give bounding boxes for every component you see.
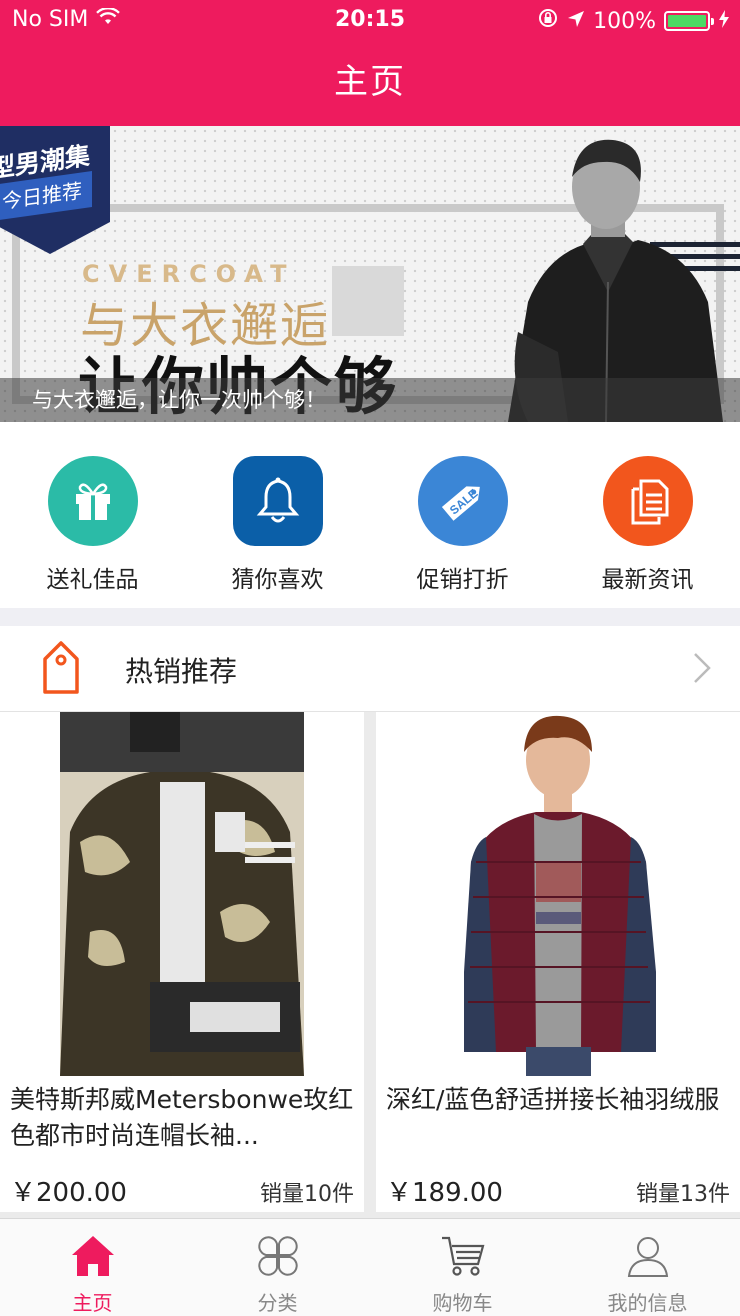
product-name: 深红/蓝色舒适拼接长袖羽绒服 xyxy=(386,1085,720,1114)
product-price: ￥200.00 xyxy=(10,1178,127,1208)
banner-decoration xyxy=(332,266,404,336)
chevron-right-icon[interactable] xyxy=(692,652,712,688)
home-icon xyxy=(0,1233,185,1279)
category-news[interactable]: 最新资讯 xyxy=(555,422,740,608)
page-title: 主页 xyxy=(334,62,406,102)
tab-category[interactable]: 分类 xyxy=(185,1219,370,1316)
battery-icon xyxy=(664,11,714,31)
cart-icon xyxy=(370,1233,555,1279)
tab-profile[interactable]: 我的信息 xyxy=(555,1219,740,1316)
section-title: 热销推荐 xyxy=(125,655,238,688)
top-bar: No SIM 20:15 100% 主页 xyxy=(0,0,740,126)
battery-percent: 100% xyxy=(593,8,656,34)
product-sales: 销量10件 xyxy=(260,1182,354,1207)
tab-cart[interactable]: 购物车 xyxy=(370,1219,555,1316)
product-image xyxy=(376,712,740,1076)
sale-tag-icon: SALE xyxy=(417,456,508,546)
banner-caption: 与大衣邂逅，让你一次帅个够！ xyxy=(0,378,740,422)
banner-english-text: CVERCOAT xyxy=(82,260,296,288)
tab-label: 购物车 xyxy=(432,1291,493,1315)
hot-sale-header[interactable]: 热销推荐 xyxy=(0,626,740,712)
category-label: 猜你喜欢 xyxy=(231,567,324,593)
tab-label: 主页 xyxy=(72,1291,113,1315)
profile-icon xyxy=(555,1233,740,1279)
tab-bar: 主页 分类 购物车 我的信息 xyxy=(0,1218,740,1316)
orientation-lock-icon xyxy=(537,7,559,35)
bell-icon xyxy=(232,456,323,546)
category-icon xyxy=(185,1233,370,1279)
product-name: 美特斯邦威Metersbonwe玫红色都市时尚连帽长袖... xyxy=(10,1085,354,1150)
location-arrow-icon xyxy=(567,9,585,34)
category-label: 送礼佳品 xyxy=(46,567,139,593)
product-grid: 美特斯邦威Metersbonwe玫红色都市时尚连帽长袖... ￥200.00 销… xyxy=(0,712,740,1218)
section-divider xyxy=(0,608,740,626)
promo-banner[interactable]: 型男潮集 今日推荐 CVERCOAT 与大衣邂逅 让你帅个够 与大衣邂逅，让你一… xyxy=(0,126,740,422)
gift-icon xyxy=(47,456,138,546)
category-gifts[interactable]: 送礼佳品 xyxy=(0,422,185,608)
product-card[interactable]: 深红/蓝色舒适拼接长袖羽绒服 ￥189.00 销量13件 xyxy=(376,712,740,1212)
category-label: 促销打折 xyxy=(416,567,509,593)
product-sales: 销量13件 xyxy=(636,1182,730,1207)
tab-home[interactable]: 主页 xyxy=(0,1219,185,1316)
charging-bolt-icon xyxy=(718,9,730,34)
status-bar: No SIM 20:15 100% xyxy=(0,0,740,40)
category-sale[interactable]: SALE 促销打折 xyxy=(370,422,555,608)
category-label: 最新资讯 xyxy=(601,567,694,593)
document-icon xyxy=(602,456,693,546)
product-card[interactable]: 美特斯邦威Metersbonwe玫红色都市时尚连帽长袖... ￥200.00 销… xyxy=(0,712,364,1212)
category-guess-you-like[interactable]: 猜你喜欢 xyxy=(185,422,370,608)
category-grid: 送礼佳品 猜你喜欢 SALE 促销打折 最新资讯 xyxy=(0,422,740,608)
price-tag-icon xyxy=(42,640,80,700)
product-price: ￥189.00 xyxy=(386,1178,503,1208)
tab-label: 分类 xyxy=(257,1291,298,1315)
tab-label: 我的信息 xyxy=(607,1291,688,1315)
product-image xyxy=(0,712,364,1076)
